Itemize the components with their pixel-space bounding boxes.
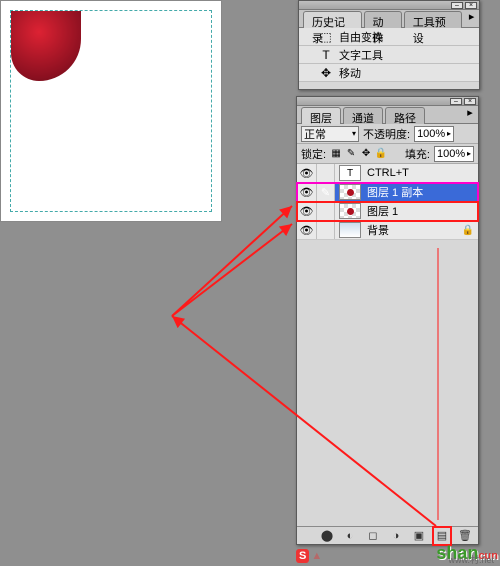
move-tool-icon: ✥: [319, 66, 333, 80]
image-object[interactable]: [11, 11, 81, 81]
history-titlebar: – ×: [299, 1, 479, 10]
lock-icons: ▦ ✎ ✥ 🔒: [330, 148, 387, 160]
close-button[interactable]: ×: [464, 98, 476, 105]
chevron-right-icon: ▸: [467, 149, 471, 158]
canvas-work-area[interactable]: [10, 10, 212, 212]
text-tool-icon: T: [319, 48, 333, 62]
history-item-label: 移动: [339, 65, 361, 81]
history-item-label: 文字工具: [339, 47, 383, 63]
lock-transparent-icon[interactable]: ▦: [330, 148, 342, 160]
history-item[interactable]: T 文字工具: [299, 46, 479, 64]
layers-bottom-bar: ⬤ ◐ ◻ ◑ ▣ ▤ 🗑: [297, 526, 478, 544]
layer-name[interactable]: 图层 1 副本: [365, 184, 478, 200]
adjustment-icon[interactable]: ◑: [389, 529, 403, 543]
lock-icon: 🔒: [462, 225, 474, 236]
text-layer-thumb: T: [339, 165, 361, 181]
layer-name[interactable]: 背景: [365, 222, 462, 238]
history-item[interactable]: ✥ 移动: [299, 64, 479, 82]
tab-history[interactable]: 历史记录: [303, 11, 362, 28]
minimize-button[interactable]: –: [451, 2, 463, 9]
history-list: ⬚ 自由变换 T 文字工具 ✥ 移动: [299, 28, 479, 82]
layer-name[interactable]: 图层 1: [365, 203, 478, 219]
layer-thumb: [339, 222, 361, 238]
lock-all-icon[interactable]: 🔒: [375, 148, 387, 160]
history-item[interactable]: ⬚ 自由变换: [299, 28, 479, 46]
layer-thumb: [339, 203, 361, 219]
blend-opacity-row: 正常 ▾ 不透明度: 100% ▸: [297, 124, 478, 144]
link-col[interactable]: ✎: [317, 183, 335, 201]
panel-menu-icon[interactable]: ▸: [464, 10, 479, 27]
visibility-toggle[interactable]: 👁: [297, 164, 317, 182]
lock-fill-row: 锁定: ▦ ✎ ✥ 🔒 填充: 100% ▸: [297, 144, 478, 164]
layers-list: 👁 T CTRL+T 👁 ✎ 图层 1 副本 👁 图层 1 👁 背景 🔒: [297, 164, 478, 240]
layer-row-layer1[interactable]: 👁 图层 1: [297, 202, 478, 221]
fill-label: 填充:: [405, 146, 430, 162]
link-col[interactable]: [317, 202, 335, 220]
lock-label: 锁定:: [301, 146, 326, 162]
opacity-input[interactable]: 100% ▸: [414, 126, 454, 142]
visibility-toggle[interactable]: 👁: [297, 202, 317, 220]
fill-input[interactable]: 100% ▸: [434, 146, 474, 162]
chevron-down-icon: ▾: [352, 129, 356, 138]
tab-channels[interactable]: 通道: [343, 107, 383, 124]
link-layers-icon[interactable]: ⬤: [320, 529, 334, 543]
minimize-button[interactable]: –: [450, 98, 462, 105]
link-col[interactable]: [317, 164, 335, 182]
tab-paths[interactable]: 路径: [385, 107, 425, 124]
link-col[interactable]: [317, 221, 335, 239]
visibility-toggle[interactable]: 👁: [297, 221, 317, 239]
trash-icon[interactable]: 🗑: [458, 529, 472, 543]
visibility-toggle[interactable]: 👁: [297, 183, 317, 201]
watermark-baidu: S▲: [296, 546, 322, 562]
layer-row-background[interactable]: 👁 背景 🔒: [297, 221, 478, 240]
tab-layers[interactable]: 图层: [301, 107, 341, 124]
watermark-url-bottom: www.村.net: [448, 553, 494, 566]
layers-titlebar: – ×: [297, 97, 478, 106]
layer-row-text[interactable]: 👁 T CTRL+T: [297, 164, 478, 183]
layer-thumb: [339, 184, 361, 200]
tab-tool-presets[interactable]: 工具预设: [404, 11, 463, 28]
opacity-value: 100%: [417, 128, 445, 140]
mask-icon[interactable]: ◻: [366, 529, 380, 543]
history-tabs: 历史记录 动作 工具预设 ▸: [299, 10, 479, 28]
layers-panel: – × 图层 通道 路径 ▸ 正常 ▾ 不透明度: 100% ▸ 锁定: ▦ ✎…: [296, 96, 479, 545]
layer-row-copy[interactable]: 👁 ✎ 图层 1 副本: [297, 183, 478, 202]
blend-mode-value: 正常: [304, 126, 326, 142]
fill-value: 100%: [437, 148, 465, 160]
layers-tabs: 图层 通道 路径 ▸: [297, 106, 478, 124]
opacity-label: 不透明度:: [363, 126, 410, 142]
lock-position-icon[interactable]: ✥: [360, 148, 372, 160]
close-button[interactable]: ×: [465, 2, 477, 9]
document-canvas[interactable]: [0, 0, 222, 222]
fx-icon[interactable]: ◐: [343, 529, 357, 543]
new-layer-icon[interactable]: ▤: [435, 529, 449, 543]
history-panel: – × 历史记录 动作 工具预设 ▸ ⬚ 自由变换 T 文字工具 ✥ 移动: [298, 0, 480, 90]
group-icon[interactable]: ▣: [412, 529, 426, 543]
layer-name[interactable]: CTRL+T: [365, 167, 478, 179]
tab-actions[interactable]: 动作: [364, 11, 402, 28]
panel-menu-icon[interactable]: ▸: [462, 106, 478, 123]
blend-mode-select[interactable]: 正常 ▾: [301, 126, 359, 142]
lock-pixels-icon[interactable]: ✎: [345, 148, 357, 160]
chevron-right-icon: ▸: [447, 129, 451, 138]
